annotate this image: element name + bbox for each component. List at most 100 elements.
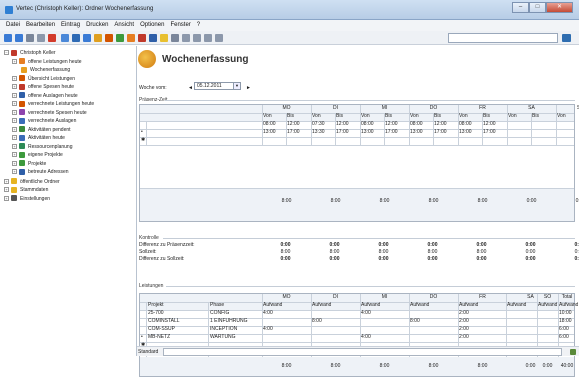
expand-toggle[interactable]: + [12,84,17,90]
time-cell[interactable]: 12:00 [385,121,398,128]
time-cell[interactable]: 08:00 [459,121,472,128]
search-icon[interactable] [562,34,571,42]
aufwand-cell[interactable]: 4:00 [263,326,273,333]
delete-icon[interactable] [48,34,56,42]
projekt-cell[interactable]: MB-NETZ [148,334,170,341]
up-icon[interactable] [26,34,34,42]
expand-toggle[interactable]: + [12,126,17,132]
tree-item[interactable]: − Christoph Keller [4,49,56,57]
table-icon[interactable] [193,34,201,42]
aufwand-cell[interactable]: 2:00 [459,318,469,325]
phase-cell[interactable]: 1 EINFÜHRUNG [210,318,248,325]
expand-toggle[interactable]: + [4,178,9,184]
report-icon[interactable] [72,34,80,42]
prev-week-button[interactable]: ◄ [188,85,193,91]
folder-icon[interactable] [160,34,168,42]
aufwand-cell[interactable]: 2:00 [459,310,469,317]
time-cell[interactable]: 17:00 [385,129,398,136]
grid-icon[interactable] [171,34,179,42]
aufwand-cell[interactable]: 6:00 [559,334,569,341]
tree-item[interactable]: + offene Spesen heute [12,83,74,91]
aufwand-cell[interactable]: 10:00 [559,310,572,317]
expand-toggle[interactable]: + [12,118,17,124]
day-header[interactable]: DI [311,105,360,112]
expand-toggle[interactable]: + [12,75,17,81]
phase-cell[interactable]: INCEPTION [210,326,237,333]
time-cell[interactable]: 13:00 [361,129,374,136]
menu-datei[interactable]: Datei [3,20,23,31]
tree-item[interactable]: + verrechnete Leistungen heute [12,100,94,108]
back-icon[interactable] [4,34,12,42]
aufwand-cell[interactable]: 4:00 [361,334,371,341]
chevron-down-icon[interactable]: ▼ [233,83,240,89]
aufwand-cell[interactable]: 18:00 [559,318,572,325]
tree-item[interactable]: + betreute Adressen [12,168,69,176]
menu-eintrag[interactable]: Eintrag [58,20,83,31]
expand-toggle[interactable]: + [12,169,17,175]
calendar-icon[interactable] [94,34,102,42]
time-icon[interactable] [127,34,135,42]
menu-drucken[interactable]: Drucken [83,20,111,31]
expand-toggle[interactable]: + [4,195,9,201]
user-icon[interactable] [61,34,69,42]
expand-toggle[interactable]: + [12,101,17,107]
day-header[interactable]: MO [262,105,311,112]
time-cell[interactable]: 17:00 [287,129,300,136]
time-cell[interactable]: 07:30 [312,121,325,128]
time-cell[interactable]: 12:00 [287,121,300,128]
time-cell[interactable]: 13:00 [459,129,472,136]
menu-optionen[interactable]: Optionen [137,20,167,31]
time-cell[interactable]: 17:00 [483,129,496,136]
tree-item[interactable]: + Einstellungen [4,195,50,203]
phone-icon[interactable] [83,34,91,42]
menu-fenster[interactable]: Fenster [167,20,193,31]
close-button[interactable]: ✕ [546,2,573,13]
time-cell[interactable]: 12:00 [434,121,447,128]
tree-item[interactable]: + Projekte [12,160,46,168]
tree-item[interactable]: + Stammdaten [4,186,48,194]
aufwand-cell[interactable]: 8:00 [312,318,322,325]
day-header[interactable]: SO [556,105,579,112]
aufwand-cell[interactable]: 6:00 [559,326,569,333]
day-header[interactable]: DO [409,105,458,112]
auslagen-icon[interactable] [149,34,157,42]
menu-ansicht[interactable]: Ansicht [111,20,137,31]
aufwand-cell[interactable]: 8:00 [410,318,420,325]
aufwand-cell[interactable]: 4:00 [361,310,371,317]
expand-toggle[interactable]: + [12,109,17,115]
phase-cell[interactable]: CONFIG [210,310,229,317]
properties-icon[interactable] [37,34,45,42]
tree-item[interactable]: + eigene Projekte [12,151,63,159]
tree-item[interactable]: + Übersicht Leistungen [12,75,75,83]
tree-item[interactable]: + Aktivitäten heute [12,134,65,142]
time-cell[interactable]: 08:00 [410,121,423,128]
expand-toggle[interactable]: + [12,58,17,64]
aufwand-cell[interactable]: 2:00 [459,334,469,341]
chart-icon[interactable] [204,34,212,42]
projekt-cell[interactable]: COMINSTALL [148,318,180,325]
expand-toggle[interactable]: + [12,160,17,166]
project-icon[interactable] [116,34,124,42]
tree-item[interactable]: + Ressourcenplanung [12,143,72,151]
week-select[interactable]: 05.12.2011 ▼ [194,82,241,90]
time-cell[interactable]: 17:00 [434,129,447,136]
status-field[interactable] [163,348,562,356]
day-header[interactable]: FR [458,105,507,112]
tree-item[interactable]: + Aktivitäten pendent [12,126,71,134]
expand-toggle[interactable]: + [4,187,9,193]
expand-toggle[interactable]: + [12,152,17,158]
time-cell[interactable]: 13:00 [410,129,423,136]
time-cell[interactable]: 13:30 [312,129,325,136]
search-input[interactable] [448,33,558,43]
time-cell[interactable]: 08:00 [263,121,276,128]
time-cell[interactable]: 13:00 [263,129,276,136]
aufwand-cell[interactable]: 2:00 [459,326,469,333]
time-cell[interactable]: 12:00 [483,121,496,128]
tree-item[interactable]: + offene Leistungen heute [12,58,82,66]
expand-toggle[interactable]: − [4,50,9,56]
tree-item[interactable]: + offene Auslagen heute [12,92,78,100]
tree-item[interactable]: Wochenerfassung [12,66,70,74]
aufwand-cell[interactable]: 4:00 [263,310,273,317]
expand-toggle[interactable]: + [12,143,17,149]
tree-item[interactable]: + verrechnete Auslagen [12,117,76,125]
